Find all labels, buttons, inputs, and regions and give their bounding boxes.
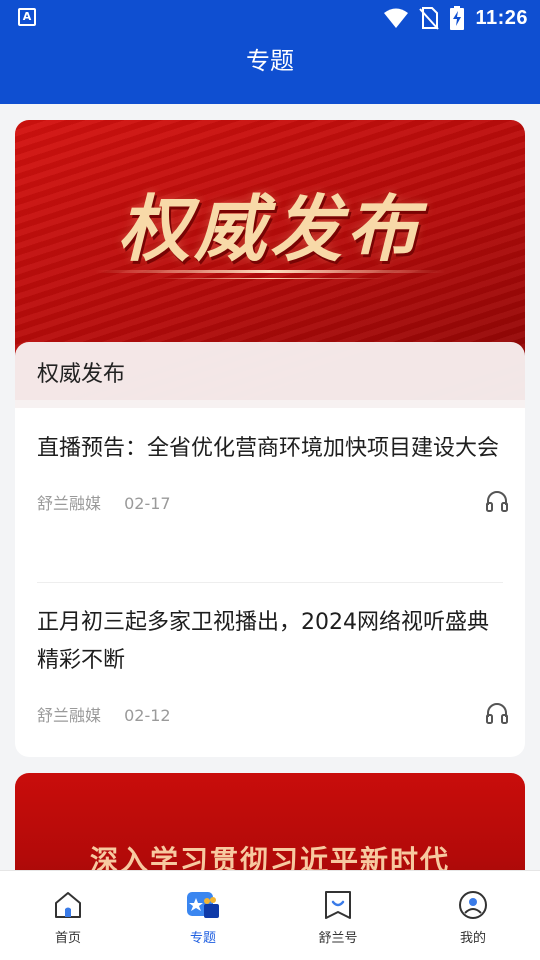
- topic-list[interactable]: 权威发布 权威发布 直播预告：全省优化营商环境加快项目建设大会 舒兰融媒 02-…: [0, 104, 540, 870]
- status-icons: 11:26: [383, 4, 528, 32]
- page-title: 专题: [246, 47, 294, 75]
- bottom-nav: 首页 专题 舒兰号 我的: [0, 870, 540, 960]
- wifi-icon: [384, 8, 409, 28]
- app-header: 专题: [0, 36, 540, 104]
- battery-charging-icon: [450, 6, 465, 30]
- article-source: 舒兰融媒: [37, 494, 102, 513]
- headphone-icon[interactable]: [485, 702, 509, 724]
- article-date: 02-17: [124, 494, 171, 513]
- topic-card[interactable]: 深入学习贯彻习近平新时代: [15, 773, 525, 870]
- banner-title: 权威发布: [117, 187, 422, 271]
- article-meta: 舒兰融媒 02-12: [37, 702, 508, 726]
- topic-label[interactable]: 权威发布: [15, 342, 525, 408]
- nav-item-shulanhao[interactable]: 舒兰号: [288, 889, 388, 946]
- topic-icon: [187, 892, 219, 918]
- nav-label: 我的: [459, 931, 486, 946]
- app-notification-icon: A: [18, 8, 36, 26]
- article-divider: [37, 582, 503, 583]
- banner-title: 深入学习贯彻习近平新时代: [89, 844, 450, 870]
- no-sim-icon: [419, 7, 440, 30]
- article-title[interactable]: 直播预告：全省优化营商环境加快项目建设大会: [37, 430, 503, 468]
- home-icon: [55, 892, 81, 918]
- nav-item-home[interactable]: 首页: [18, 889, 118, 946]
- status-time: 11:26: [475, 6, 528, 29]
- article-meta: 舒兰融媒 02-17: [37, 490, 508, 514]
- article-title[interactable]: 正月初三起多家卫视播出，2024网络视听盛典精彩不断: [37, 604, 503, 680]
- article-date: 02-12: [124, 706, 171, 725]
- profile-icon: [459, 891, 487, 919]
- nav-item-topic[interactable]: 专题: [153, 889, 253, 946]
- topic-banner[interactable]: 深入学习贯彻习近平新时代: [15, 773, 525, 870]
- article-item[interactable]: 直播预告：全省优化营商环境加快项目建设大会 舒兰融媒 02-17: [37, 430, 508, 514]
- nav-label: 舒兰号: [318, 931, 358, 946]
- headphone-icon[interactable]: [485, 490, 509, 512]
- nav-label: 首页: [54, 931, 81, 946]
- article-item[interactable]: 正月初三起多家卫视播出，2024网络视听盛典精彩不断 舒兰融媒 02-12: [37, 604, 508, 726]
- status-bar: A 11:26: [0, 0, 540, 36]
- article-source: 舒兰融媒: [37, 706, 102, 725]
- banner-divider: [155, 278, 385, 279]
- nav-item-profile[interactable]: 我的: [423, 889, 523, 946]
- banner-divider: [95, 270, 445, 273]
- bookmark-icon: [325, 891, 351, 919]
- topic-card[interactable]: 权威发布 权威发布 直播预告：全省优化营商环境加快项目建设大会 舒兰融媒 02-…: [15, 120, 525, 757]
- nav-label: 专题: [189, 931, 216, 946]
